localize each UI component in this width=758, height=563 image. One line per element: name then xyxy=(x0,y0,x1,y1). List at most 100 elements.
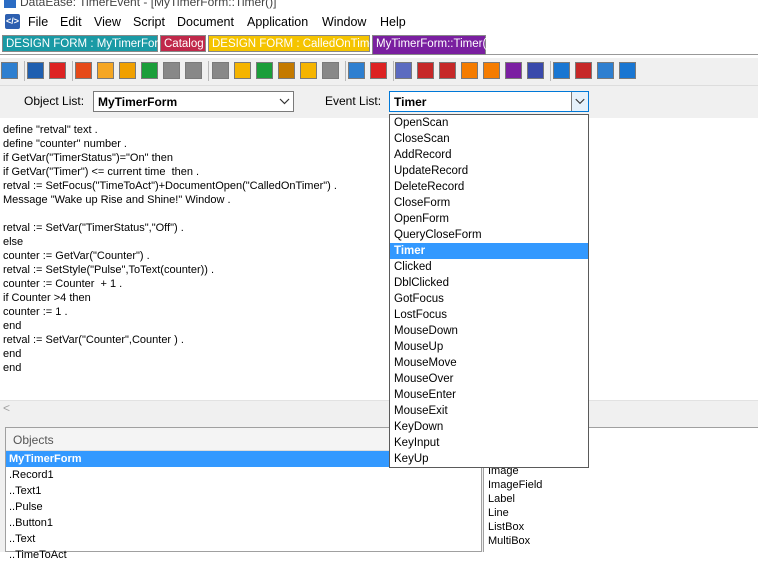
code-line: define "counter" number . xyxy=(3,138,127,150)
menu-script[interactable]: Script xyxy=(133,15,165,29)
menu-help[interactable]: Help xyxy=(380,15,406,29)
event-option[interactable]: AddRecord xyxy=(390,147,588,163)
event-option[interactable]: UpdateRecord xyxy=(390,163,588,179)
pointer-icon[interactable] xyxy=(27,62,44,79)
menu-edit[interactable]: Edit xyxy=(60,15,82,29)
config-icon[interactable] xyxy=(619,62,636,79)
event-option[interactable]: GotFocus xyxy=(390,291,588,307)
toolbar-separator xyxy=(550,61,551,81)
objects-tree-item[interactable]: ..TimeToAct xyxy=(6,547,481,563)
event-option[interactable]: MouseUp xyxy=(390,339,588,355)
menu-view[interactable]: View xyxy=(94,15,121,29)
event-option[interactable]: KeyDown xyxy=(390,419,588,435)
cut-icon[interactable] xyxy=(97,62,114,79)
code-line: counter := Counter + 1 . xyxy=(3,278,123,290)
event-list-value: Timer xyxy=(394,95,427,109)
code-line: end xyxy=(3,320,22,332)
event-option[interactable]: QueryCloseForm xyxy=(390,227,588,243)
scroll-left-icon[interactable]: < xyxy=(3,401,10,415)
event-option[interactable]: MouseMove xyxy=(390,355,588,371)
title-bar: DataEase: TimerEvent - [MyTimerForm::Tim… xyxy=(0,0,758,12)
objects-tree-item[interactable]: ..Text xyxy=(6,531,481,547)
event-option[interactable]: MouseEnter xyxy=(390,387,588,403)
users-icon[interactable] xyxy=(553,62,570,79)
event-option[interactable]: DeleteRecord xyxy=(390,179,588,195)
toolbar-separator xyxy=(72,61,73,81)
app-icon xyxy=(4,0,16,8)
first-record-icon[interactable] xyxy=(212,62,229,79)
object-list-combobox[interactable]: MyTimerForm xyxy=(93,91,294,112)
event-option[interactable]: LostFocus xyxy=(390,307,588,323)
grid-icon[interactable] xyxy=(483,62,500,79)
edit-icon[interactable] xyxy=(278,62,295,79)
code-line: if GetVar("TimerStatus")="On" then xyxy=(3,152,173,164)
tab-catalog[interactable]: Catalog xyxy=(160,35,206,52)
import-icon[interactable] xyxy=(505,62,522,79)
chevron-down-icon[interactable] xyxy=(276,92,293,111)
control-list-item[interactable]: MultiBox xyxy=(488,535,530,547)
chevron-down-icon[interactable] xyxy=(571,92,588,111)
menu-file[interactable]: File xyxy=(28,15,48,29)
copy-icon[interactable] xyxy=(119,62,136,79)
editor-horizontal-scrollbar[interactable]: < xyxy=(0,400,758,417)
control-list-item[interactable]: ImageField xyxy=(488,479,542,491)
control-list-item[interactable]: Line xyxy=(488,507,509,519)
tab-mytimerform-timer[interactable]: MyTimerForm::Timer() xyxy=(372,35,490,55)
menu-document[interactable]: Document xyxy=(177,15,234,29)
form-view-icon[interactable] xyxy=(348,62,365,79)
design-icon[interactable] xyxy=(1,62,18,79)
control-list-item[interactable]: ListBox xyxy=(488,521,524,533)
next-record-icon[interactable] xyxy=(300,62,317,79)
event-option[interactable]: KeyInput xyxy=(390,435,588,451)
tab-design-form-calledontimer[interactable]: DESIGN FORM : CalledOnTimer xyxy=(208,35,380,52)
column-icon[interactable] xyxy=(461,62,478,79)
menu-window[interactable]: Window xyxy=(322,15,366,29)
security-icon[interactable] xyxy=(575,62,592,79)
object-list-value: MyTimerForm xyxy=(98,95,178,109)
prev-record-icon[interactable] xyxy=(234,62,251,79)
code-line: retval := SetStyle("Pulse",ToText(counte… xyxy=(3,264,215,276)
event-option[interactable]: OpenForm xyxy=(390,211,588,227)
event-list-combobox[interactable]: Timer xyxy=(389,91,589,112)
settings-icon[interactable] xyxy=(75,62,92,79)
code-line: else xyxy=(3,236,24,248)
event-option[interactable]: MouseOver xyxy=(390,371,588,387)
multi-form-icon[interactable] xyxy=(439,62,456,79)
record-view-icon[interactable] xyxy=(417,62,434,79)
tab-design-form-mytimerform[interactable]: DESIGN FORM : MyTimerForm xyxy=(2,35,168,52)
event-option[interactable]: CloseForm xyxy=(390,195,588,211)
redo-icon[interactable] xyxy=(185,62,202,79)
document-icon[interactable]: </> xyxy=(5,14,20,29)
control-list-item[interactable]: Label xyxy=(488,493,515,505)
script-editor[interactable]: define "retval" text . define "counter" n… xyxy=(0,120,758,402)
event-option[interactable]: CloseScan xyxy=(390,131,588,147)
table-view-icon[interactable] xyxy=(395,62,412,79)
menu-application[interactable]: Application xyxy=(247,15,308,29)
save-icon[interactable] xyxy=(49,62,66,79)
code-line: end xyxy=(3,348,22,360)
relations-icon[interactable] xyxy=(597,62,614,79)
delete-icon[interactable] xyxy=(370,62,387,79)
menu-bar: </> File Edit View Script Document Appli… xyxy=(0,12,758,33)
objects-tree-item[interactable]: .Record1 xyxy=(6,467,481,483)
document-tab-bar: DESIGN FORM : MyTimerForm Catalog DESIGN… xyxy=(0,33,758,55)
objects-tree-item[interactable]: ..Pulse xyxy=(6,499,481,515)
event-option[interactable]: DblClicked xyxy=(390,275,588,291)
event-option[interactable]: MouseDown xyxy=(390,323,588,339)
objects-tree-item[interactable]: ..Text1 xyxy=(6,483,481,499)
event-option[interactable]: Clicked xyxy=(390,259,588,275)
find-icon[interactable] xyxy=(256,62,273,79)
event-list-dropdown: OpenScan CloseScan AddRecord UpdateRecord De… xyxy=(389,114,589,468)
export-icon[interactable] xyxy=(527,62,544,79)
tab-label: MyTimerForm::Timer() xyxy=(376,38,491,50)
last-record-icon[interactable] xyxy=(322,62,339,79)
code-line: if GetVar("Timer") <= current time then … xyxy=(3,166,200,178)
event-option[interactable]: Timer xyxy=(390,243,588,259)
paste-icon[interactable] xyxy=(141,62,158,79)
event-option[interactable]: OpenScan xyxy=(390,115,588,131)
event-option[interactable]: KeyUp xyxy=(390,451,588,467)
event-option[interactable]: MouseExit xyxy=(390,403,588,419)
objects-tree-item[interactable]: ..Button1 xyxy=(6,515,481,531)
code-line: end xyxy=(3,362,22,374)
undo-icon[interactable] xyxy=(163,62,180,79)
